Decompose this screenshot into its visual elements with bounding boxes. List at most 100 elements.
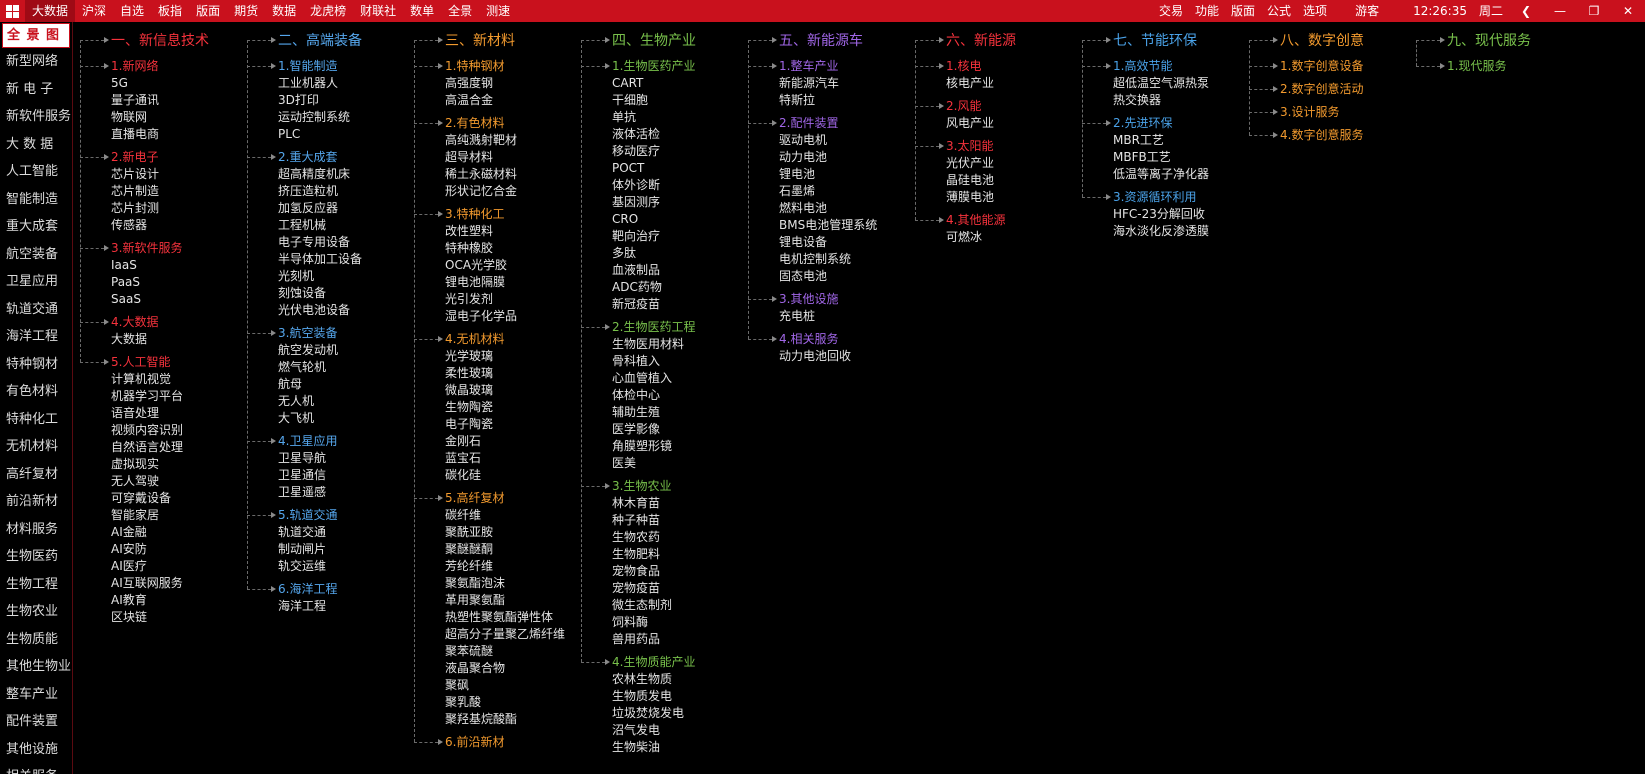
concept-item[interactable]: 垃圾焚烧发电	[577, 705, 742, 722]
top-menu-item[interactable]: 龙虎榜	[303, 0, 353, 22]
category-header[interactable]: 四、生物产业	[577, 30, 742, 52]
subcategory-title[interactable]: 2.配件装置	[744, 115, 909, 132]
concept-item[interactable]: 聚乳酸	[410, 694, 575, 711]
concept-item[interactable]: 蓝宝石	[410, 450, 575, 467]
concept-item[interactable]: 靶向治疗	[577, 228, 742, 245]
concept-item[interactable]: CRO	[577, 211, 742, 228]
sidebar-item[interactable]: 生物医药	[0, 543, 72, 571]
sidebar-item[interactable]: 航空装备	[0, 241, 72, 269]
concept-item[interactable]: 核电产业	[911, 75, 1076, 92]
concept-item[interactable]: 热塑性聚氨酯弹性体	[410, 609, 575, 626]
concept-item[interactable]: 卫星导航	[243, 450, 408, 467]
concept-item[interactable]: 高温合金	[410, 92, 575, 109]
user-label[interactable]: 游客	[1349, 0, 1385, 22]
concept-item[interactable]: 生物柴油	[577, 739, 742, 756]
concept-item[interactable]: 石墨烯	[744, 183, 909, 200]
sidebar-item[interactable]: 相关服务	[0, 763, 72, 774]
concept-item[interactable]: 碳化硅	[410, 467, 575, 484]
subcategory-title[interactable]: 3.航空装备	[243, 325, 408, 342]
concept-item[interactable]: 量子通讯	[76, 92, 241, 109]
concept-item[interactable]: 多肽	[577, 245, 742, 262]
concept-item[interactable]: POCT	[577, 160, 742, 177]
concept-item[interactable]: 可穿戴设备	[76, 490, 241, 507]
subcategory-title[interactable]: 5.轨道交通	[243, 507, 408, 524]
concept-item[interactable]: 海洋工程	[243, 598, 408, 615]
concept-item[interactable]: 辅助生殖	[577, 404, 742, 421]
concept-item[interactable]: 锂电池	[744, 166, 909, 183]
sidebar-item[interactable]: 前沿新材	[0, 488, 72, 516]
concept-item[interactable]: 电机控制系统	[744, 251, 909, 268]
sidebar-item[interactable]: 配件装置	[0, 708, 72, 736]
concept-item[interactable]: 风电产业	[911, 115, 1076, 132]
sidebar-item[interactable]: 人工智能	[0, 158, 72, 186]
top-menu-item[interactable]: 期货	[227, 0, 265, 22]
concept-item[interactable]: 角膜塑形镜	[577, 438, 742, 455]
concept-item[interactable]: 形状记忆合金	[410, 183, 575, 200]
sidebar-item[interactable]: 无机材料	[0, 433, 72, 461]
concept-item[interactable]: 虚拟现实	[76, 456, 241, 473]
concept-item[interactable]: 兽用药品	[577, 631, 742, 648]
concept-item[interactable]: 芯片制造	[76, 183, 241, 200]
concept-item[interactable]: 微生态制剂	[577, 597, 742, 614]
concept-item[interactable]: BMS电池管理系统	[744, 217, 909, 234]
category-header[interactable]: 八、数字创意	[1245, 30, 1410, 52]
top-menu-item[interactable]: 财联社	[353, 0, 403, 22]
concept-item[interactable]: 聚羟基烷酸酯	[410, 711, 575, 728]
concept-item[interactable]: 大数据	[76, 331, 241, 348]
concept-item[interactable]: 高强度钢	[410, 75, 575, 92]
subcategory-title[interactable]: 5.人工智能	[76, 354, 241, 371]
concept-item[interactable]: 超高分子量聚乙烯纤维	[410, 626, 575, 643]
concept-item[interactable]: 生物医用材料	[577, 336, 742, 353]
sidebar-item[interactable]: 新软件服务	[0, 103, 72, 131]
sidebar-item[interactable]: 生物质能	[0, 626, 72, 654]
concept-item[interactable]: 航空发动机	[243, 342, 408, 359]
subcategory-title[interactable]: 1.核电	[911, 58, 1076, 75]
concept-item[interactable]: ADC药物	[577, 279, 742, 296]
subcategory-title[interactable]: 3.资源循环利用	[1078, 189, 1243, 206]
concept-item[interactable]: MBR工艺	[1078, 132, 1243, 149]
concept-item[interactable]: 半导体加工设备	[243, 251, 408, 268]
sidebar-item[interactable]: 智能制造	[0, 186, 72, 214]
sidebar-item[interactable]: 轨道交通	[0, 296, 72, 324]
concept-item[interactable]: 加氢反应器	[243, 200, 408, 217]
top-right-menu-item[interactable]: 功能	[1189, 0, 1225, 22]
concept-item[interactable]: 光学玻璃	[410, 348, 575, 365]
sidebar-item[interactable]: 海洋工程	[0, 323, 72, 351]
subcategory-title[interactable]: 2.新电子	[76, 149, 241, 166]
concept-item[interactable]: 液晶聚合物	[410, 660, 575, 677]
concept-item[interactable]: 生物肥料	[577, 546, 742, 563]
subcategory-title[interactable]: 4.无机材料	[410, 331, 575, 348]
concept-item[interactable]: 液体活检	[577, 126, 742, 143]
concept-item[interactable]: 语音处理	[76, 405, 241, 422]
concept-item[interactable]: SaaS	[76, 291, 241, 308]
concept-item[interactable]: 新冠疫苗	[577, 296, 742, 313]
concept-item[interactable]: 血液制品	[577, 262, 742, 279]
sidebar-item[interactable]: 有色材料	[0, 378, 72, 406]
sidebar-item[interactable]: 其他生物业	[0, 653, 72, 681]
sidebar-item[interactable]: 生物工程	[0, 571, 72, 599]
subcategory-title[interactable]: 2.数字创意活动	[1245, 81, 1410, 98]
concept-item[interactable]: AI金融	[76, 524, 241, 541]
concept-item[interactable]: 特斯拉	[744, 92, 909, 109]
concept-item[interactable]: 医美	[577, 455, 742, 472]
subcategory-title[interactable]: 6.海洋工程	[243, 581, 408, 598]
concept-item[interactable]: 湿电子化学品	[410, 308, 575, 325]
subcategory-title[interactable]: 3.其他设施	[744, 291, 909, 308]
subcategory-title[interactable]: 1.生物医药产业	[577, 58, 742, 75]
concept-item[interactable]: 聚醚醚酮	[410, 541, 575, 558]
top-menu-item[interactable]: 测速	[479, 0, 517, 22]
concept-item[interactable]: 航母	[243, 376, 408, 393]
sidebar-item[interactable]: 特种化工	[0, 406, 72, 434]
sidebar-item[interactable]: 整车产业	[0, 681, 72, 709]
concept-item[interactable]: 革用聚氨酯	[410, 592, 575, 609]
concept-item[interactable]: 物联网	[76, 109, 241, 126]
sidebar-item[interactable]: 卫星应用	[0, 268, 72, 296]
concept-item[interactable]: 生物陶瓷	[410, 399, 575, 416]
top-menu-item[interactable]: 数单	[403, 0, 441, 22]
subcategory-title[interactable]: 1.现代服务	[1412, 58, 1577, 75]
app-grid-icon[interactable]	[6, 4, 19, 18]
concept-item[interactable]: 卫星遥感	[243, 484, 408, 501]
concept-item[interactable]: 3D打印	[243, 92, 408, 109]
concept-item[interactable]: 种子种苗	[577, 512, 742, 529]
category-header[interactable]: 五、新能源车	[744, 30, 909, 52]
